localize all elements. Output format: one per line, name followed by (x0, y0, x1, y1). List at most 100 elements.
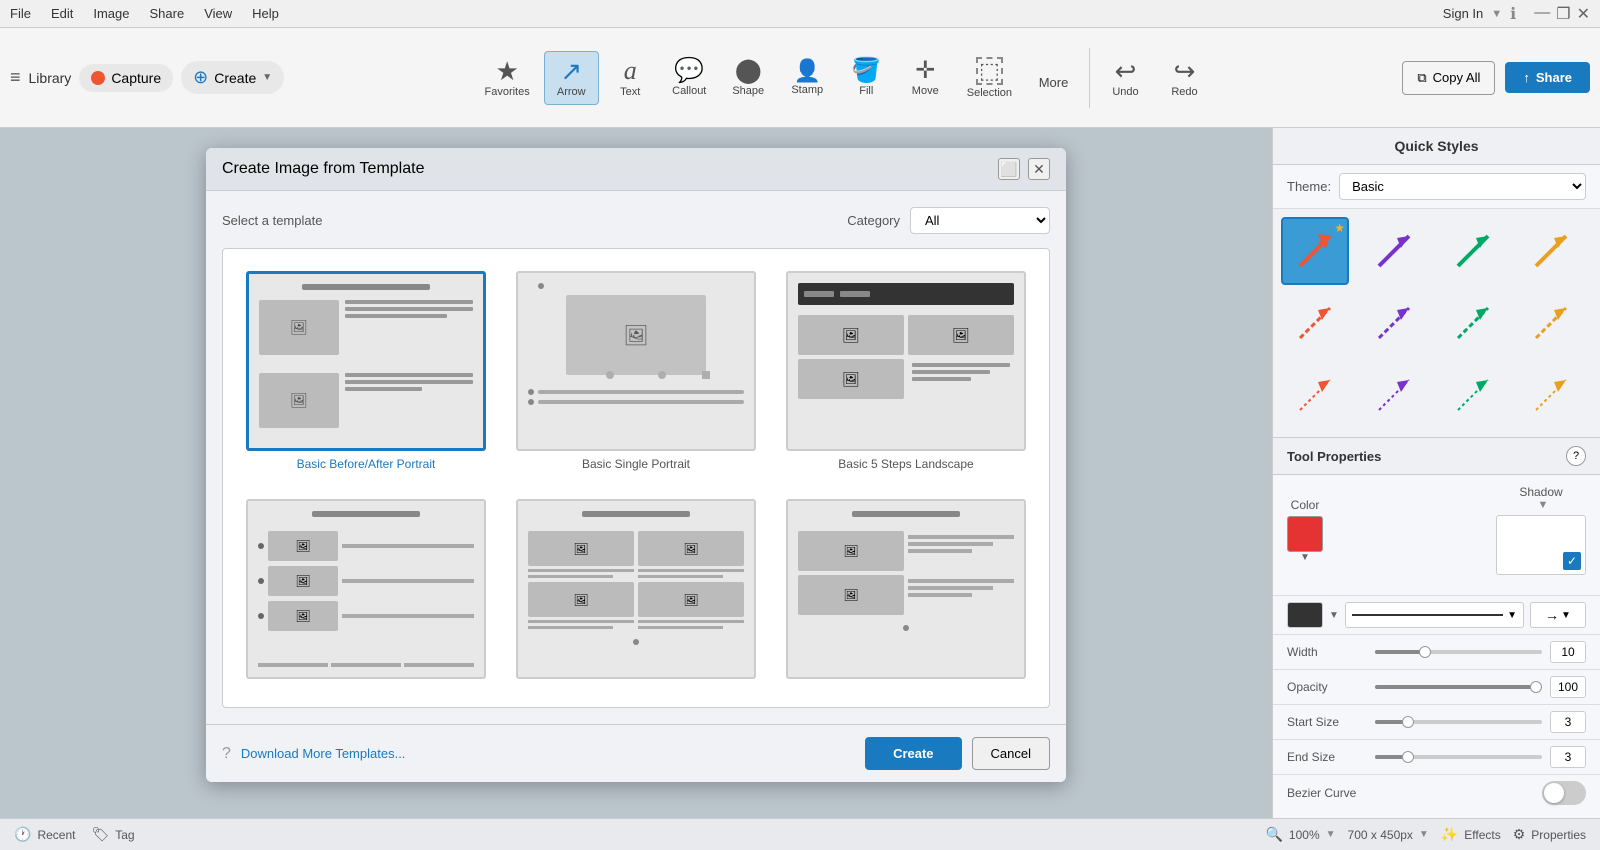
start-size-slider-row: Start Size 3 (1273, 705, 1600, 740)
end-size-slider-row: End Size 3 (1273, 740, 1600, 775)
style-item-2[interactable] (1360, 217, 1428, 285)
menu-view[interactable]: View (204, 6, 232, 21)
thumb-main-img-2: 🖼 (566, 295, 706, 375)
create-button[interactable]: ⊕ Create ▼ (181, 61, 284, 94)
tool-callout[interactable]: 💬 Callout (662, 53, 717, 103)
selection-icon: ⬚ (976, 57, 1003, 85)
template-5[interactable]: 🖼 🖼 (509, 493, 763, 691)
arrow-end-select[interactable]: → ▼ (1530, 602, 1586, 628)
style-item-3[interactable] (1439, 217, 1507, 285)
end-size-slider[interactable] (1375, 755, 1542, 759)
properties-label: Properties (1531, 828, 1586, 842)
library-button[interactable]: Library (29, 70, 72, 86)
cancel-button-dialog[interactable]: Cancel (972, 737, 1050, 770)
menu-image[interactable]: Image (93, 6, 129, 21)
style-item-5[interactable] (1281, 289, 1349, 357)
tool-more[interactable]: More (1026, 59, 1081, 96)
end-size-thumb[interactable] (1402, 751, 1414, 763)
tool-selection[interactable]: ⬚ Selection (957, 51, 1022, 105)
bezier-toggle[interactable] (1542, 781, 1586, 805)
color-swatch[interactable] (1287, 516, 1323, 552)
category-select[interactable]: All Basic Advanced (910, 207, 1050, 234)
template-4[interactable]: 🖼 🖼 🖼 (239, 493, 493, 691)
theme-select[interactable]: Basic Modern (1339, 173, 1586, 200)
sign-in-area: Sign In ▼ ℹ — ❐ ✕ (1443, 4, 1590, 24)
effects-button[interactable]: ✨ Effects (1441, 826, 1501, 843)
tool-fill[interactable]: 🪣 Fill (839, 53, 894, 103)
minimize-button[interactable]: — (1534, 4, 1550, 24)
undo-button[interactable]: ↩ Undo (1098, 52, 1153, 104)
opacity-slider[interactable] (1375, 685, 1542, 689)
style-item-6[interactable] (1360, 289, 1428, 357)
zoom-control[interactable]: 🔍 100% ▼ (1265, 826, 1335, 843)
toolbar: ≡ Library Capture ⊕ Create ▼ ★ Favorites… (0, 28, 1600, 128)
menu-edit[interactable]: Edit (51, 6, 73, 21)
tool-shape[interactable]: ⬤ Shape (721, 53, 776, 103)
hamburger-icon[interactable]: ≡ (10, 67, 21, 88)
shadow-checkbox[interactable]: ✓ (1563, 552, 1581, 570)
start-size-slider[interactable] (1375, 720, 1542, 724)
recent-button[interactable]: 🕐 Recent (14, 826, 75, 843)
menu-help[interactable]: Help (252, 6, 279, 21)
recent-icon: 🕐 (14, 826, 31, 843)
line-color-select[interactable] (1287, 602, 1323, 628)
copy-all-icon: ⧉ (1417, 70, 1426, 86)
template-thumb-3: 🖼 🖼 🖼 (786, 271, 1026, 451)
color-label: Color (1291, 498, 1320, 512)
redo-label: Redo (1171, 86, 1197, 98)
main-content: Create Image from Template ⬜ ✕ Select a … (0, 128, 1600, 818)
tool-text[interactable]: a Text (603, 52, 658, 104)
info-icon[interactable]: ℹ (1510, 4, 1516, 24)
sign-in-button[interactable]: Sign In (1443, 6, 1483, 21)
tool-move[interactable]: ✛ Move (898, 53, 953, 103)
template-before-after[interactable]: Basic Before/After Portrait (239, 265, 493, 477)
style-item-4[interactable] (1517, 217, 1585, 285)
menu-share[interactable]: Share (150, 6, 185, 21)
create-button-dialog[interactable]: Create (865, 737, 961, 770)
undo-label: Undo (1112, 86, 1138, 98)
style-item-1[interactable]: ★ (1281, 217, 1349, 285)
tool-stamp[interactable]: 👤 Stamp (780, 54, 835, 102)
template-single[interactable]: 🖼 (509, 265, 763, 477)
style-item-7[interactable] (1439, 289, 1507, 357)
properties-button[interactable]: ⚙ Properties (1513, 826, 1586, 843)
canvas-area[interactable]: Create Image from Template ⬜ ✕ Select a … (0, 128, 1272, 818)
style-item-8[interactable] (1517, 289, 1585, 357)
width-slider[interactable] (1375, 650, 1542, 654)
template-6[interactable]: 🖼 🖼 (779, 493, 1033, 691)
style-item-11[interactable] (1439, 361, 1507, 429)
opacity-thumb[interactable] (1530, 681, 1542, 693)
tag-button[interactable]: 🏷 Tag (91, 826, 134, 843)
size-control[interactable]: 700 x 450px ▼ (1348, 828, 1429, 842)
template-5steps[interactable]: 🖼 🖼 🖼 (779, 265, 1033, 477)
status-bar: 🕐 Recent 🏷 Tag 🔍 100% ▼ 700 x 450px ▼ ✨ … (0, 818, 1600, 850)
line-style-select[interactable]: ▼ (1345, 602, 1524, 628)
redo-button[interactable]: ↪ Redo (1157, 52, 1212, 104)
menu-file[interactable]: File (10, 6, 31, 21)
style-item-10[interactable] (1360, 361, 1428, 429)
close-button[interactable]: ✕ (1577, 4, 1590, 24)
style-item-12[interactable] (1517, 361, 1585, 429)
style-item-9[interactable] (1281, 361, 1349, 429)
tool-arrow[interactable]: ↗ Arrow (544, 51, 599, 105)
tool-favorites[interactable]: ★ Favorites (475, 52, 540, 104)
copy-all-label: Copy All (1433, 70, 1481, 85)
zoom-icon: 🔍 (1265, 826, 1282, 843)
share-button[interactable]: ↑ Share (1505, 62, 1590, 93)
opacity-fill (1375, 685, 1542, 689)
start-size-thumb[interactable] (1402, 716, 1414, 728)
tool-props-help-button[interactable]: ? (1566, 446, 1586, 466)
shadow-dropdown[interactable]: ▼ (1538, 499, 1549, 511)
line-color-arrow[interactable]: ▼ (1329, 610, 1339, 621)
effects-icon: ✨ (1441, 826, 1458, 843)
maximize-button[interactable]: ❐ (1556, 4, 1570, 24)
width-thumb[interactable] (1419, 646, 1431, 658)
dialog-maximize-button[interactable]: ⬜ (998, 158, 1020, 180)
color-dropdown-arrow[interactable]: ▼ (1300, 552, 1310, 563)
dialog-close-button[interactable]: ✕ (1028, 158, 1050, 180)
footer-help-icon[interactable]: ? (222, 745, 231, 763)
library-label: Library (29, 70, 72, 86)
copy-all-button[interactable]: ⧉ Copy All (1402, 61, 1495, 95)
capture-button[interactable]: Capture (79, 64, 173, 92)
download-templates-link[interactable]: Download More Templates... (241, 746, 406, 761)
